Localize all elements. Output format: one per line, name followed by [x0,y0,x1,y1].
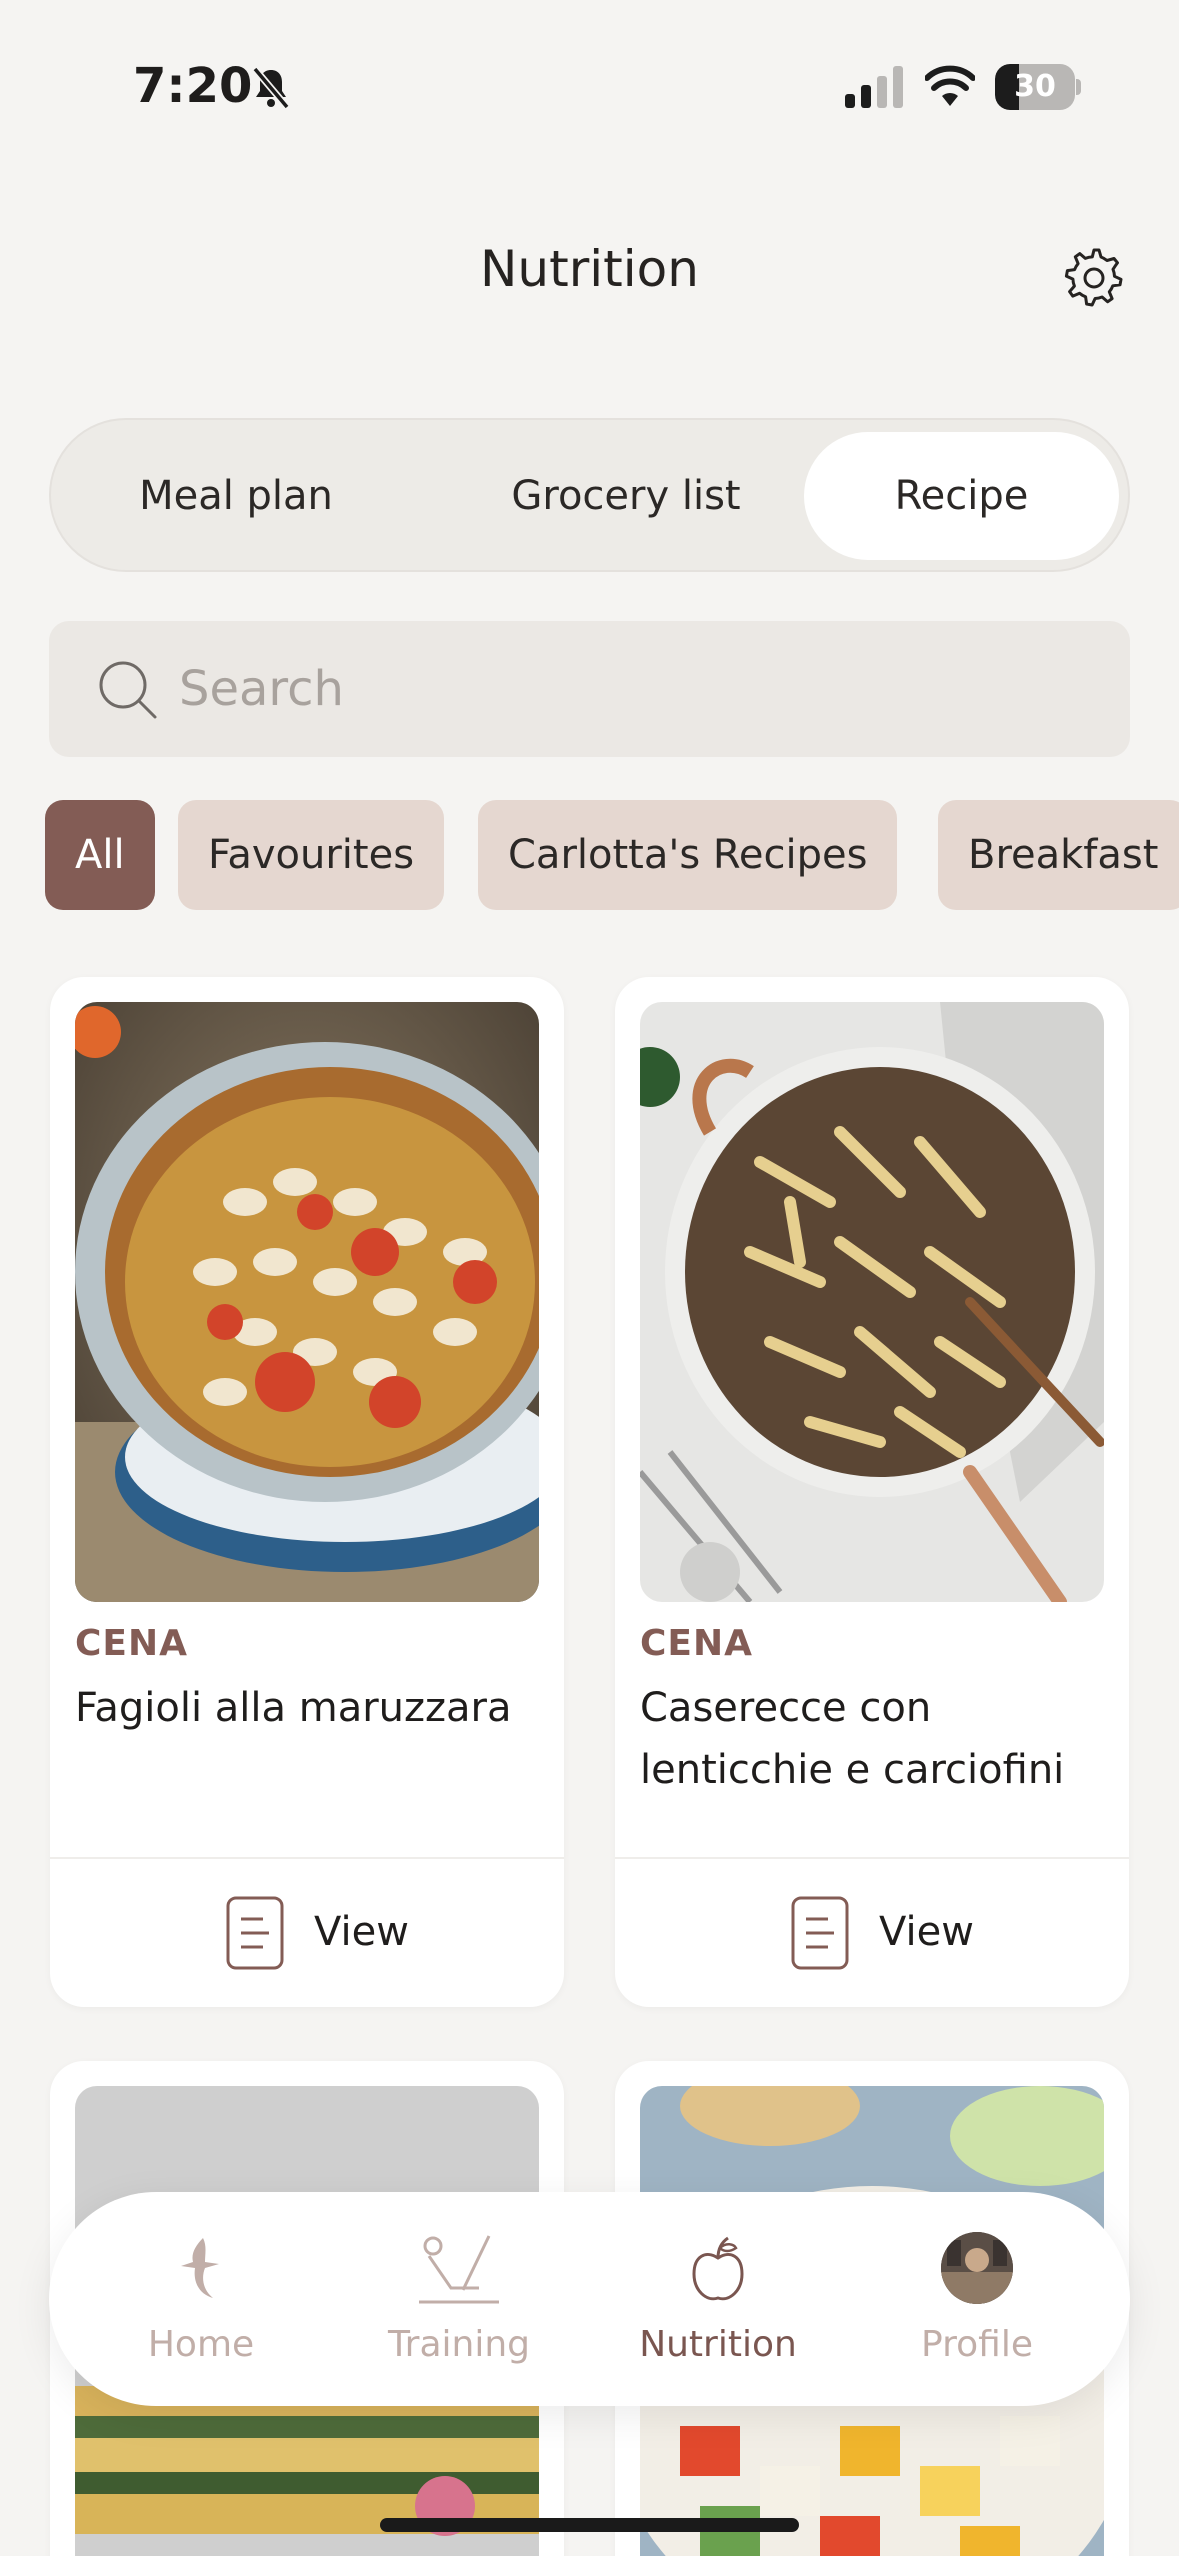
battery-percent: 30 [1014,69,1056,104]
cellular-signal-icon [845,66,903,108]
bell-muted-icon [252,66,290,110]
view-recipe-button[interactable]: View [615,1859,1129,2007]
recipe-title: Caserecce con lenticchie e carciofini [640,1685,1065,1793]
bottom-navigation: Home Training Nutrition Profile [49,2192,1130,2406]
status-bar: 7:20 30 [0,0,1179,180]
nav-profile[interactable]: Profile [877,2232,1077,2382]
apple-icon [692,2236,744,2301]
chip-breakfast[interactable]: Breakfast [938,800,1179,910]
recipe-category: CENA [75,1623,189,1664]
view-label: View [314,1909,409,1955]
search-bar [49,621,1130,757]
screen: 7:20 30 Nutrition Meal plan Grocery list… [0,0,1179,2556]
home-logo-icon [181,2238,219,2298]
recipe-image [640,1002,1104,1602]
avatar [941,2232,1013,2304]
tab-recipe[interactable]: Recipe [804,432,1119,560]
page-title: Nutrition [480,240,699,298]
chip-carlottas-recipes[interactable]: Carlotta's Recipes [478,800,898,910]
wifi-icon [925,65,975,106]
view-recipe-button[interactable]: View [50,1859,564,2007]
recipe-card[interactable]: CENA Caserecce con lenticchie e carciofi… [615,977,1129,2007]
nav-label: Home [147,2324,255,2365]
gear-icon [1064,248,1123,307]
tab-grocery-list[interactable]: Grocery list [426,432,826,560]
status-time: 7:20 [133,58,253,114]
nav-label: Profile [921,2324,1033,2365]
recipe-category: CENA [640,1623,754,1664]
document-icon [791,1896,849,1970]
recipe-card[interactable]: CENA Fagioli alla maruzzara View [50,977,564,2007]
training-icon [419,2235,499,2304]
search-input[interactable] [179,621,1079,757]
view-label: View [879,1909,974,1955]
recipe-image [75,1002,539,1602]
view-segmented-control: Meal plan Grocery list Recipe [49,418,1130,572]
tab-meal-plan[interactable]: Meal plan [71,432,401,560]
nav-label: Training [387,2324,531,2365]
home-indicator [380,2518,799,2532]
nav-label: Nutrition [639,2324,797,2365]
nav-home[interactable]: Home [101,2232,301,2382]
recipe-title: Fagioli alla maruzzara [75,1685,512,1731]
nav-training[interactable]: Training [359,2232,559,2382]
search-icon [99,661,157,719]
nav-nutrition[interactable]: Nutrition [618,2232,818,2382]
chip-all[interactable]: All [45,800,155,910]
battery-indicator: 30 [995,64,1081,110]
document-icon [226,1896,284,1970]
chip-favourites[interactable]: Favourites [178,800,445,910]
settings-button[interactable] [1062,244,1126,308]
